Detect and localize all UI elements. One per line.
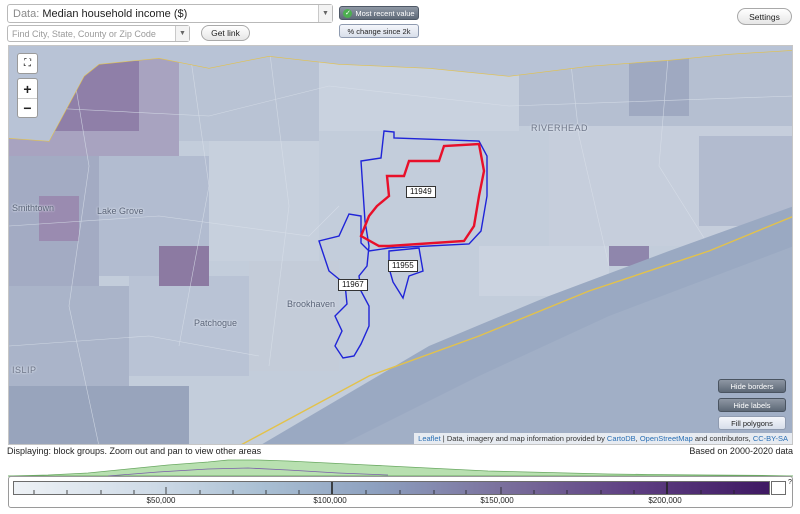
attribution-text: | Data, imagery and map information prov… <box>440 434 607 443</box>
zip-label-11955: 11955 <box>388 260 418 272</box>
settings-button[interactable]: Settings <box>737 8 792 25</box>
place-label-lake-grove: Lake Grove <box>97 206 144 216</box>
get-link-button[interactable]: Get link <box>201 25 250 41</box>
data-select-prefix: Data: <box>13 7 43 20</box>
map-canvas[interactable]: ⛶ + − RIVERHEAD Smithtown Lake Grove Bro… <box>8 45 793 445</box>
hide-borders-button[interactable]: Hide borders <box>718 379 786 393</box>
chevron-down-icon[interactable]: ▼ <box>175 26 189 41</box>
zoom-in-button[interactable]: + <box>18 79 37 98</box>
place-label-brookhaven: Brookhaven <box>287 299 336 309</box>
legend-tick-200k: $200,000 <box>648 496 682 505</box>
zoom-out-button[interactable]: − <box>18 98 37 117</box>
check-icon: ✓ <box>343 8 353 18</box>
value-histogram <box>8 459 793 477</box>
choropleth-layer <box>9 46 792 444</box>
data-select-value: Median household income ($) <box>42 7 188 20</box>
legend-tick-100k: $100,000 <box>313 496 347 505</box>
chevron-down-icon[interactable]: ▼ <box>318 5 332 22</box>
cartodb-link[interactable]: CartoDB <box>607 434 636 443</box>
location-search-input[interactable] <box>8 27 175 40</box>
zoom-out-icon: − <box>23 100 32 116</box>
data-select[interactable]: Data: Median household income ($) ▼ <box>7 4 333 23</box>
zip-label-11949: 11949 <box>406 186 436 198</box>
osm-link[interactable]: OpenStreetMap <box>640 434 693 443</box>
fit-extent-button[interactable]: ⛶ <box>17 53 38 74</box>
place-label-smithtown: Smithtown <box>12 203 55 213</box>
zoom-in-icon: + <box>23 80 32 97</box>
legend-question-mark: ? <box>788 479 792 486</box>
legend-ticks <box>33 482 735 494</box>
legend-gradient <box>13 481 770 495</box>
fit-extent-icon: ⛶ <box>24 58 31 69</box>
leaflet-link[interactable]: Leaflet <box>418 434 441 443</box>
most-recent-value-toggle[interactable]: ✓ Most recent value <box>339 6 419 20</box>
place-label-patchogue: Patchogue <box>194 318 238 328</box>
color-legend: ? $50,000 $100,000 $150,000 $200,000 <box>8 476 793 508</box>
hide-labels-button[interactable]: Hide labels <box>718 398 786 412</box>
legend-tick-50k: $50,000 <box>146 496 176 505</box>
place-label-islip: ISLIP <box>12 365 37 375</box>
attribution-tail: and contributors, <box>692 434 753 443</box>
legend-tick-150k: $150,000 <box>480 496 514 505</box>
most-recent-value-label: Most recent value <box>355 8 415 18</box>
fill-polygons-button[interactable]: Fill polygons <box>718 416 786 430</box>
location-search[interactable]: ▼ <box>7 25 190 42</box>
place-label-riverhead: RIVERHEAD <box>531 123 589 133</box>
zoom-control: + − <box>17 78 38 118</box>
license-link[interactable]: CC-BY-SA <box>753 434 788 443</box>
zip-label-11967: 11967 <box>338 279 368 291</box>
map-attribution: Leaflet | Data, imagery and map informat… <box>414 433 792 444</box>
legend-no-data-swatch <box>771 481 786 495</box>
percent-change-toggle[interactable]: % change since 2k <box>339 24 419 38</box>
